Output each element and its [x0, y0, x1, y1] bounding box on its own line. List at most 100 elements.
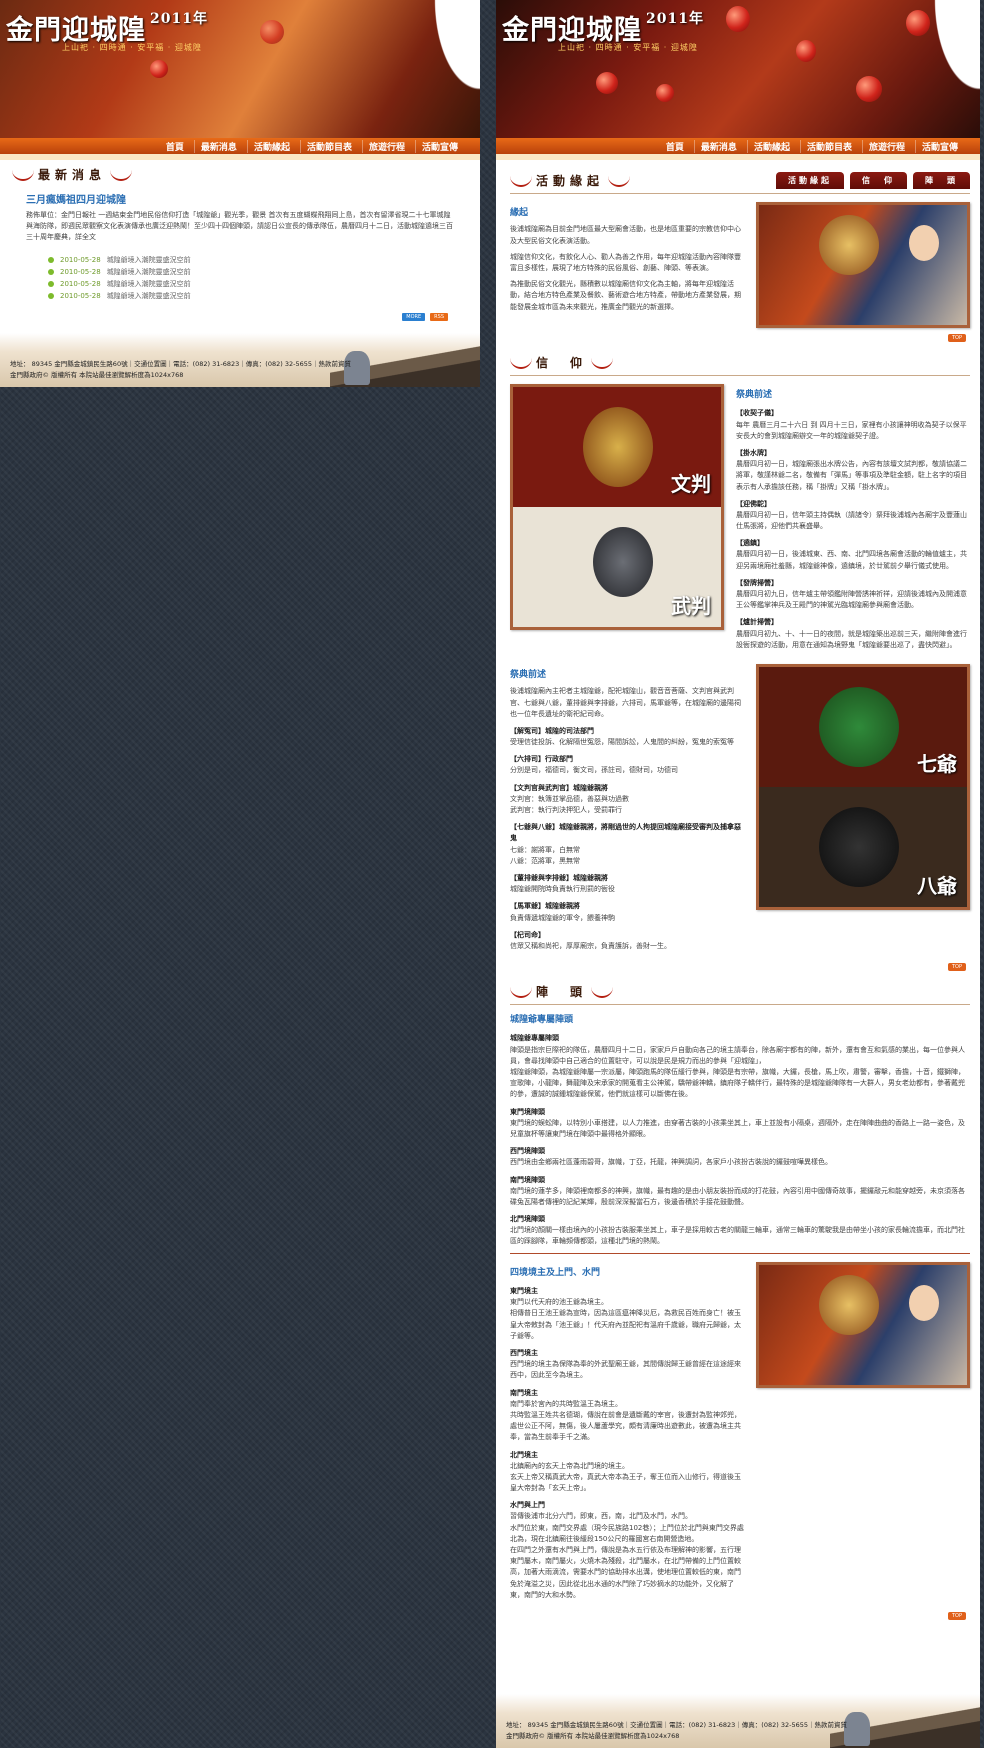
feed-badges: MORE RSS: [12, 312, 448, 321]
nav-schedule[interactable]: 活動節目表: [799, 139, 858, 153]
site-slogan: 上山祀 · 四時通 · 安平福 · 迎城隍: [62, 43, 202, 52]
nav-travel[interactable]: 旅遊行程: [861, 139, 911, 153]
swirl-ornament-icon: [591, 357, 614, 369]
swirl-ornament-icon: [510, 175, 532, 187]
site-slogan: 上山祀 · 四時通 · 安平福 · 迎城隍: [558, 43, 698, 52]
nav-home[interactable]: 首頁: [660, 140, 690, 153]
list-item[interactable]: 2010-05-28 城隍爺境入潮院靈盛況空前: [48, 266, 468, 278]
faith-item-title: 【爐計掃營】: [736, 618, 778, 627]
faith-item-text: 每年 農曆三月二十六日 到 四月十三日，家裡有小孩讓神明收為契子以保平安長大的會…: [736, 420, 967, 440]
gate-troupe-title: 北門境陣頭: [510, 1215, 545, 1224]
top-button[interactable]: TOP: [947, 334, 966, 342]
section-tabs: 活動緣起 信 仰 陣 頭: [776, 172, 970, 189]
bullet-icon: [48, 281, 54, 288]
swirl-ornament-icon: [591, 986, 614, 998]
seventh-eighth-lord-photo: 七爺 八爺: [756, 663, 970, 910]
origin-paragraph: 為推動民俗文化觀光，縣積數以城隍廟信仰文化為主軸，將每年迎城隍活動，結合地方特色…: [510, 280, 741, 311]
footer-copyright: 金門縣政府© 版權所有 本院站最佳瀏覽解析度為1024x768: [506, 1731, 680, 1740]
lantern-decoration: [856, 76, 882, 102]
nav-travel[interactable]: 旅遊行程: [361, 139, 411, 153]
banner-corner: [910, 0, 980, 138]
gate-troupe-title: 南門境陣頭: [510, 1175, 545, 1184]
swirl-ornament-icon: [110, 169, 133, 181]
nav-promotion[interactable]: 活動宣傳: [414, 139, 464, 153]
top-button[interactable]: TOP: [947, 963, 966, 972]
god-statue-photo: [756, 202, 970, 328]
origin-paragraph: 後浦城隍廟為目前金門地區最大型廟會活動，也是地區重要的宗教信仰中心及大型民俗文化…: [510, 225, 741, 245]
troupe-section-header: 陣 頭: [510, 983, 970, 1006]
deities-intro: 後浦城隍廟內主祀者主城隍爺，配祀城隍山，觀音音菩薩、文判官與武判官、七爺與八爺，…: [510, 687, 741, 718]
tab-troupe[interactable]: 陣 頭: [913, 172, 970, 189]
deity-group-title: 【七爺與八爺】城隍爺親將，將剛過世的人拘提回城隍廟接受審判及捕拿惡鬼: [510, 823, 741, 843]
section-title: 最新消息: [12, 166, 468, 183]
origin-heading: 緣起: [510, 208, 529, 218]
deity-group-title: 【馬軍爺】城隍爺親將: [510, 902, 580, 911]
deity-group-text: 文判官：執簿並掌品德，善惡與功過數 武判官：執行判決押犯人，受罰罪行: [510, 794, 629, 815]
faith-item-title: 【迎佛駝】: [736, 499, 771, 508]
nav-home[interactable]: 首頁: [160, 140, 190, 153]
site-footer: 地址： 89345 金門縣金城鎮民生路60號｜交通位置圖｜電話：(082) 31…: [0, 333, 480, 387]
gate-entry-title: 水門與上門: [510, 1501, 545, 1510]
gate-troupe-text: 南門境的蓮芋多，陣頭裡南都多的神興，旗幟，最有趣的是由小朋友裝扮而成的打花鼓，內…: [510, 1186, 965, 1206]
lantern-decoration: [726, 6, 750, 32]
nav-origin[interactable]: 活動緣起: [246, 139, 296, 153]
bullet-icon: [48, 256, 54, 263]
lantern-decoration: [260, 20, 284, 44]
gate-entry-text: 習傳後浦市北分六門，即東，西，南，北門及水門，水門。 水門位於東，南門交界處（現…: [510, 1512, 744, 1599]
top-button[interactable]: TOP: [947, 1611, 966, 1620]
faith-item-title: 【掛水牌】: [736, 448, 771, 457]
deity-group-title: 【六排司】行政部門: [510, 755, 573, 764]
gate-troupe-title: 西門境陣頭: [510, 1147, 545, 1156]
swirl-ornament-icon: [608, 175, 631, 187]
photo-caption: 武判: [671, 594, 711, 618]
faith-item-text: 農曆四月初一日，信年頭主持偶執（請諸令）祭拜後浦城內各廟宇及豐蓮山仕馬張將，迎他…: [736, 510, 967, 531]
tab-origin[interactable]: 活動緣起: [776, 172, 844, 189]
faith-item-text: 農曆四月初一日，城隍廟張出水牌公告，內容有該壇文試判都，敬請協議二將軍，敬謹林爺…: [736, 460, 967, 491]
origin-paragraph: 城隍信仰文化，有飲化人心、勸人為善之作用，每年迎城隍活動內容陣隊豐富且多樣性，展…: [510, 252, 741, 272]
deity-group-text: 城隍爺開院時負責執行刑罰的衙役: [510, 885, 615, 894]
nav-news[interactable]: 最新消息: [693, 139, 743, 153]
list-item[interactable]: 2010-05-28 城隍爺境入潮院靈盛況空前: [48, 278, 468, 290]
gate-entry-title: 北門境主: [510, 1450, 538, 1459]
stone-lion-decoration: [844, 1712, 870, 1746]
divider: [510, 1252, 970, 1254]
god-statue-photo: [756, 1261, 970, 1388]
deity-group-text: 信眾又稱和尚祀，厚厚廟宗，負責護訴，善財一生。: [510, 941, 671, 950]
nav-news[interactable]: 最新消息: [193, 139, 243, 153]
nav-schedule[interactable]: 活動節目表: [299, 139, 358, 153]
swirl-ornament-icon: [12, 169, 34, 181]
gate-entry-text: 南門奉於宮內的共時監溫王為境主。 共時監溫王姓共名德瑚，傳說在前會是遺斷戴的宰官…: [510, 1399, 741, 1442]
rss-button[interactable]: RSS: [430, 312, 448, 321]
deity-group-text: 七爺：謝將軍，白無常 八爺：范將軍，黑無常: [510, 845, 580, 865]
news-summary: 務佈單位：金門日報社 一週結束金門地民俗信仰打造「城隍爺」觀光季，觀景 首次有五…: [26, 211, 453, 242]
swirl-ornament-icon: [510, 357, 532, 369]
deity-group-title: 【董排爺與李排爺】城隍爺親將: [510, 873, 608, 882]
nav-underbar: [496, 154, 980, 160]
footer-address: 地址： 89345 金門縣金城鎮民生路60號｜交通位置圖｜電話：(082) 31…: [506, 1720, 847, 1729]
bullet-icon: [48, 293, 54, 300]
nav-promotion[interactable]: 活動宣傳: [914, 139, 964, 153]
troupe-content: 城隍爺專屬陣頭 城隍爺專屬陣頭 陣頭是指宗巨際祀的隊伍，農曆四月十二日，家家戶戶…: [510, 1013, 970, 1248]
list-item[interactable]: 2010-05-28 城隍爺境入潮院靈盛況空前: [48, 254, 468, 266]
gates-content: 四境境主及上門、水門 東門境主 東門以代天府的池王爺為境主。 相傳普日王池王爺為…: [510, 1261, 970, 1606]
gate-entry-title: 西門境主: [510, 1349, 538, 1357]
more-button[interactable]: MORE: [402, 312, 426, 321]
news-headline[interactable]: 三月瘋媽祖四月迎城隍: [26, 191, 454, 206]
deities-content: 祭典前述 後浦城隍廟內主祀者主城隍爺，配祀城隍山，觀音音菩薩、文判官與武判官、七…: [510, 663, 970, 957]
faith-item-text: 農曆四月初九、十、十一日的夜間，就是城隍築出巡前三天，繼附陣會進行設衙探遊的活動…: [736, 629, 967, 649]
judges-photo: 文判 武判: [510, 384, 724, 630]
gate-entry-text: 東門以代天府的池王爺為境主。 相傳普日王池王爺為宣時，因為這區瘟神降災厄，為救民…: [510, 1298, 741, 1340]
photo-caption: 七爺: [917, 751, 957, 776]
faith-item-text: 農曆四月初九日，信年爐主帶領鑑附陣營誘神祈祥，迎請後浦城內及開浦意王公等鑑掌神兵…: [736, 590, 967, 610]
tab-faith[interactable]: 信 仰: [850, 172, 907, 189]
troupe-heading: 城隍爺專屬陣頭: [510, 1015, 574, 1026]
gate-entry-text: 北鎮廟內的玄天上帝為北門境的境主。 玄天上帝又稱真武大帝，真武大帝本為王子，奪王…: [510, 1461, 741, 1493]
gate-entry-text: 西門境的境主為保隊為奉的外武聖廟王爺，其間傳說歸王爺曾經在這途經來西中，因此至今…: [510, 1360, 741, 1380]
hero-banner: 金門迎城隍 2011年 上山祀 · 四時通 · 安平福 · 迎城隍: [0, 0, 480, 138]
lantern-decoration: [796, 40, 816, 62]
nav-origin[interactable]: 活動緣起: [746, 139, 796, 153]
deity-group-title: 【文判官與武判官】城隍爺親將: [510, 783, 608, 792]
gate-entry-title: 南門境主: [510, 1388, 538, 1397]
gate-troupe-text: 北門境的顏關一樣由境內的小孩扮古裝服乘坐其上，車子是採用較古老的關龍三輪車，通常…: [510, 1226, 965, 1246]
list-item[interactable]: 2010-05-28 城隍爺境入潮院靈盛況空前: [48, 290, 468, 302]
